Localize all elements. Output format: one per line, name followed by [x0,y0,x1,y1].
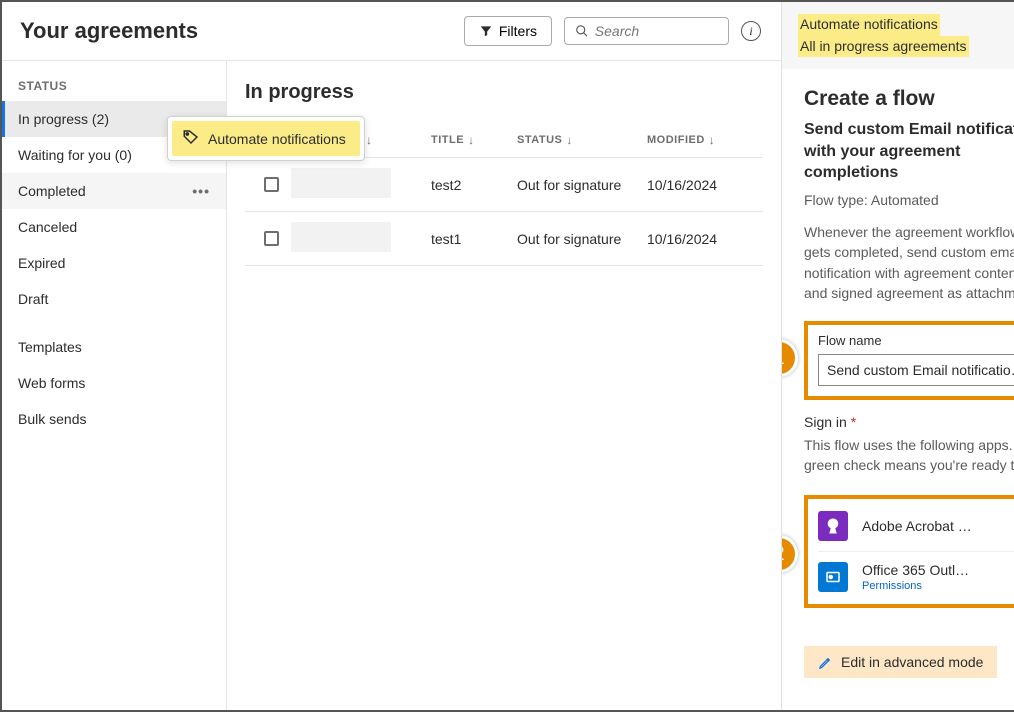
signin-description: This flow uses the following apps. A gre… [804,436,1014,475]
sidebar-item-label: Bulk sends [18,411,86,427]
side-panel: Automate notifications All in progress a… [781,2,1014,710]
automate-popup-label: Automate notifications [208,131,346,147]
flow-name-input[interactable]: Send custom Email notificatio… [818,354,1014,386]
app-row-outlook[interactable]: Office 365 Outl… Permissions ✓ [818,552,1014,602]
page-title: Your agreements [20,18,198,44]
edit-advanced-label: Edit in advanced mode [841,654,983,670]
edit-advanced-button[interactable]: Edit in advanced mode [804,646,997,678]
sidebar-item-label: Web forms [18,375,85,391]
status-label: STATUS [2,71,226,101]
outlook-icon [818,562,848,592]
sidebar-item-label: Expired [18,255,65,271]
row-title: test2 [431,177,517,193]
filter-icon [479,24,493,38]
search-icon [575,23,589,39]
info-icon[interactable]: i [741,21,761,41]
col-title[interactable]: TITLE↓ [431,133,517,147]
panel-title: Create a flow [804,87,1014,111]
filters-label: Filters [499,23,537,39]
search-box[interactable] [564,17,729,45]
content-heading: In progress [245,81,763,104]
sort-icon: ↓ [709,133,716,147]
row-modified: 10/16/2024 [647,231,757,247]
sidebar-item-completed[interactable]: Completed ••• [2,173,226,209]
permissions-link[interactable]: Permissions [862,580,1008,592]
row-title: test1 [431,231,517,247]
panel-context-2: All in progress agreements [798,36,969,58]
sidebar-item-label: In progress (2) [18,111,109,127]
app-row-adobe[interactable]: Adobe Acrobat … ✓ [818,501,1014,552]
adobe-icon [818,511,848,541]
sort-icon: ↓ [566,133,573,147]
flow-type: Flow type: Automated [804,192,1014,208]
panel-context-1: Automate notifications [798,14,940,36]
col-modified[interactable]: MODIFIED↓ [647,133,757,147]
pencil-icon [818,655,833,670]
sidebar-item-label: Templates [18,339,82,355]
recipient-redacted [291,168,391,198]
table-row[interactable]: test2 Out for signature 10/16/2024 [245,158,763,212]
sidebar-item-bulksends[interactable]: Bulk sends [2,401,226,437]
row-checkbox[interactable] [264,231,279,246]
sidebar-item-draft[interactable]: Draft [2,281,226,317]
apps-section: 2 Adobe Acrobat … ✓ Office 365 Outl… Per… [804,495,1014,608]
sidebar-item-templates[interactable]: Templates [2,329,226,365]
col-status[interactable]: STATUS↓ [517,133,647,147]
content-area: In progress Automate notifications RECIP… [227,61,781,710]
more-icon[interactable]: ••• [192,183,210,199]
search-input[interactable] [595,23,718,39]
callout-1: 1 [782,339,798,377]
sidebar-item-label: Draft [18,291,48,307]
flow-name-label: Flow name [818,333,1014,348]
sidebar-item-label: Completed [18,183,86,199]
sidebar-item-label: Canceled [18,219,77,235]
filters-button[interactable]: Filters [464,16,552,46]
sidebar-item-label: Waiting for you (0) [18,147,132,163]
signin-label: Sign in * [804,414,1014,430]
sidebar-item-expired[interactable]: Expired [2,245,226,281]
tag-icon [182,128,200,149]
recipient-redacted [291,222,391,252]
app-name: Office 365 Outl… [862,562,1008,578]
flow-description: Whenever the agreement workflow gets com… [804,222,1014,303]
app-name: Adobe Acrobat … [862,518,1008,534]
table-row[interactable]: test1 Out for signature 10/16/2024 [245,212,763,266]
row-status: Out for signature [517,177,647,193]
sidebar-item-webforms[interactable]: Web forms [2,365,226,401]
automate-popup[interactable]: Automate notifications [167,116,365,161]
row-modified: 10/16/2024 [647,177,757,193]
panel-subtitle: Send custom Email notification with your… [804,119,1014,184]
sort-icon: ↓ [366,133,373,147]
row-checkbox[interactable] [264,177,279,192]
sort-icon: ↓ [468,133,475,147]
sidebar-item-canceled[interactable]: Canceled [2,209,226,245]
flow-name-section: 1 Flow name Send custom Email notificati… [804,321,1014,400]
callout-2: 2 [782,535,798,573]
row-status: Out for signature [517,231,647,247]
